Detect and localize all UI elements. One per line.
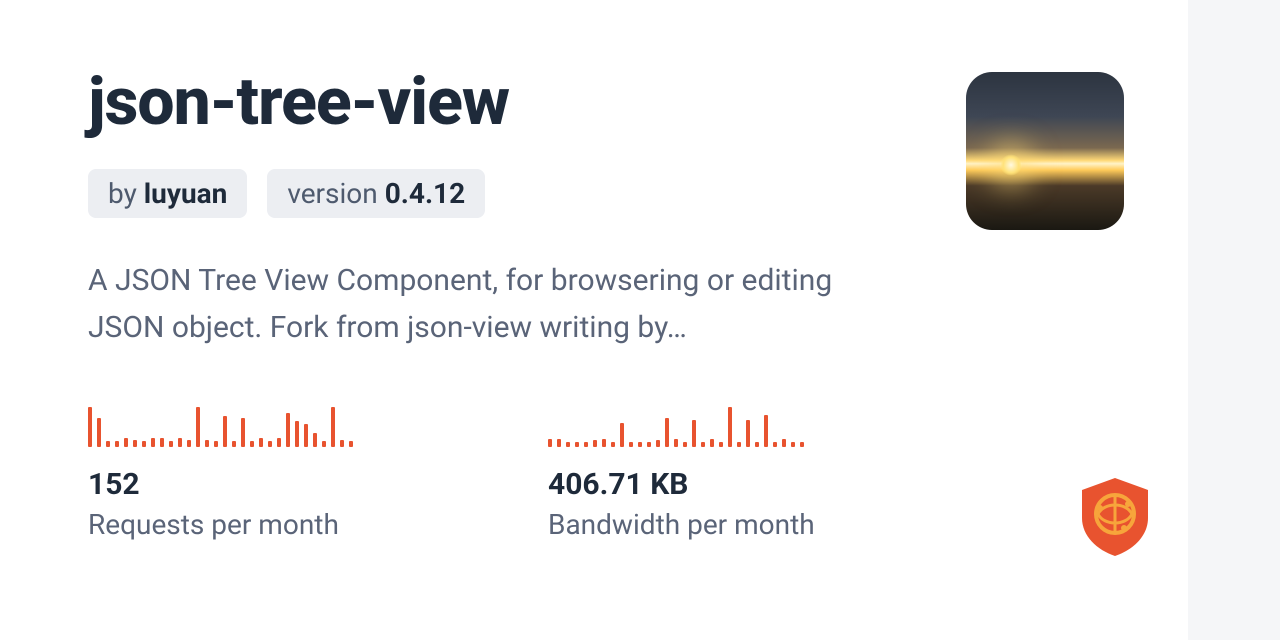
spark-bar [286, 413, 290, 447]
package-description: A JSON Tree View Component, for browseri… [88, 258, 908, 351]
spark-bar [241, 418, 245, 447]
spark-bar [737, 442, 741, 447]
spark-bar [340, 440, 344, 447]
spark-bar [169, 441, 173, 447]
spark-bar [647, 442, 651, 447]
spark-bar [232, 441, 236, 447]
package-card: json-tree-view by luyuan version 0.4.12 … [0, 0, 1188, 640]
spark-bar [250, 441, 254, 447]
spark-bar [782, 439, 786, 447]
package-title: json-tree-view [88, 64, 1100, 141]
spark-bar [205, 440, 209, 447]
spark-bar [133, 440, 137, 447]
spark-bar [584, 442, 588, 447]
bandwidth-sparkline [548, 403, 1008, 447]
author-badge[interactable]: by luyuan [88, 169, 247, 218]
spark-bar [683, 442, 687, 447]
spark-bar [755, 442, 759, 447]
spark-bar [142, 441, 146, 447]
spark-bar [277, 438, 281, 447]
spark-bar [611, 442, 615, 447]
version-prefix: version [287, 177, 384, 210]
spark-bar [304, 424, 308, 447]
spark-bar [638, 442, 642, 447]
spark-bar [746, 420, 750, 447]
author-name: luyuan [144, 177, 228, 210]
spark-bar [710, 439, 714, 447]
spark-bar [331, 407, 335, 447]
spark-bar [178, 438, 182, 447]
spark-bar [97, 418, 101, 447]
spark-bar [728, 407, 732, 447]
spark-bar [268, 441, 272, 447]
spark-bar [295, 421, 299, 447]
spark-bar [701, 442, 705, 447]
spark-bar [322, 441, 326, 447]
spark-bar [656, 440, 660, 447]
badge-row: by luyuan version 0.4.12 [88, 169, 1100, 218]
bandwidth-value: 406.71 KB [548, 467, 1008, 502]
spark-bar [593, 440, 597, 447]
spark-bar [160, 438, 164, 447]
requests-sparkline [88, 403, 548, 447]
spark-bar [115, 441, 119, 447]
bandwidth-label: Bandwidth per month [548, 508, 1008, 541]
spark-bar [620, 423, 624, 447]
spark-bar [196, 407, 200, 447]
stats-row: 152 Requests per month 406.71 KB Bandwid… [88, 403, 1100, 541]
spark-bar [602, 439, 606, 447]
spark-bar [629, 442, 633, 447]
spark-bar [665, 418, 669, 447]
spark-bar [557, 439, 561, 447]
author-avatar[interactable] [966, 72, 1124, 230]
spark-bar [214, 441, 218, 447]
spark-bar [187, 440, 191, 447]
spark-bar [719, 442, 723, 447]
spark-bar [223, 416, 227, 447]
bandwidth-stat: 406.71 KB Bandwidth per month [548, 403, 1008, 541]
version-badge[interactable]: version 0.4.12 [267, 169, 485, 218]
spark-bar [124, 438, 128, 447]
spark-bar [791, 442, 795, 447]
spark-bar [692, 420, 696, 447]
requests-value: 152 [88, 467, 548, 502]
spark-bar [566, 442, 570, 447]
author-prefix: by [108, 177, 144, 210]
spark-bar [548, 439, 552, 447]
spark-bar [800, 442, 804, 447]
spark-bar [88, 407, 92, 447]
spark-bar [674, 439, 678, 447]
spark-bar [259, 438, 263, 447]
spark-bar [313, 433, 317, 447]
spark-bar [764, 415, 768, 447]
spark-bar [773, 442, 777, 447]
requests-label: Requests per month [88, 508, 548, 541]
requests-stat: 152 Requests per month [88, 403, 548, 541]
spark-bar [575, 442, 579, 447]
spark-bar [151, 438, 155, 447]
version-value: 0.4.12 [385, 177, 466, 210]
spark-bar [106, 441, 110, 447]
spark-bar [349, 441, 353, 447]
jsdelivr-shield-icon [1078, 476, 1152, 558]
